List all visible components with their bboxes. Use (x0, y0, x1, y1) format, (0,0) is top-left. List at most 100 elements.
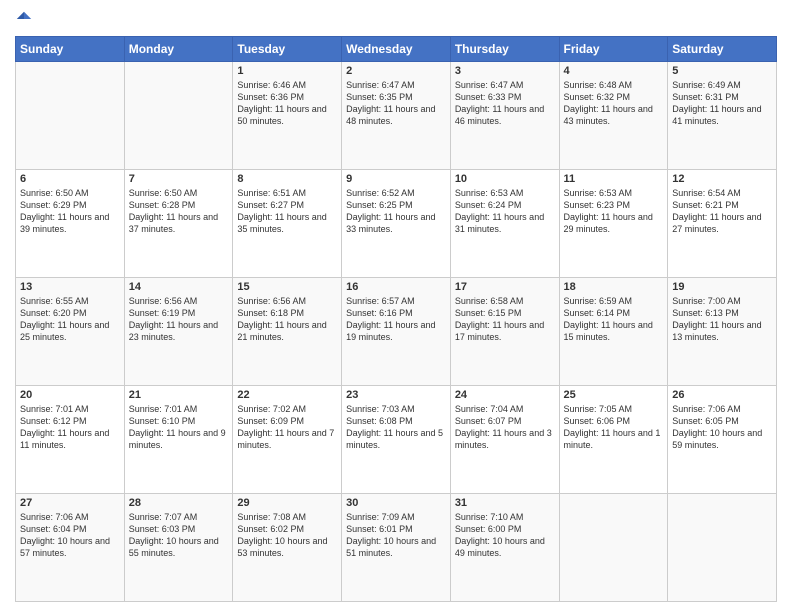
week-row-2: 6 Sunrise: 6:50 AM Sunset: 6:29 PM Daylig… (16, 170, 777, 278)
day-number: 30 (346, 497, 446, 509)
cell-content: Sunrise: 7:02 AM Sunset: 6:09 PM Dayligh… (237, 403, 337, 452)
logo-icon (15, 10, 33, 28)
cell-content: Sunrise: 6:52 AM Sunset: 6:25 PM Dayligh… (346, 187, 446, 236)
calendar-cell: 12 Sunrise: 6:54 AM Sunset: 6:21 PM Dayli… (668, 170, 777, 278)
calendar-cell: 25 Sunrise: 7:05 AM Sunset: 6:06 PM Dayli… (559, 386, 668, 494)
calendar-cell (668, 494, 777, 602)
calendar-cell: 28 Sunrise: 7:07 AM Sunset: 6:03 PM Dayli… (124, 494, 233, 602)
day-header-tuesday: Tuesday (233, 37, 342, 62)
day-number: 28 (129, 497, 229, 509)
calendar-cell: 1 Sunrise: 6:46 AM Sunset: 6:36 PM Daylig… (233, 62, 342, 170)
cell-content: Sunrise: 7:01 AM Sunset: 6:10 PM Dayligh… (129, 403, 229, 452)
cell-content: Sunrise: 6:47 AM Sunset: 6:35 PM Dayligh… (346, 79, 446, 128)
calendar-header: SundayMondayTuesdayWednesdayThursdayFrid… (16, 37, 777, 62)
day-number: 3 (455, 65, 555, 77)
calendar-cell: 24Sunrise: 7:04 AM Sunset: 6:07 PM Dayli… (450, 386, 559, 494)
day-header-saturday: Saturday (668, 37, 777, 62)
calendar-cell: 13 Sunrise: 6:55 AM Sunset: 6:20 PM Dayli… (16, 278, 125, 386)
day-number: 18 (564, 281, 664, 293)
cell-content: Sunrise: 6:56 AM Sunset: 6:19 PM Dayligh… (129, 295, 229, 344)
day-header-thursday: Thursday (450, 37, 559, 62)
cell-content: Sunrise: 7:10 AM Sunset: 6:00 PM Dayligh… (455, 511, 555, 560)
calendar-cell: 2 Sunrise: 6:47 AM Sunset: 6:35 PM Daylig… (342, 62, 451, 170)
cell-content: Sunrise: 6:59 AM Sunset: 6:14 PM Dayligh… (564, 295, 664, 344)
header-row: SundayMondayTuesdayWednesdayThursdayFrid… (16, 37, 777, 62)
calendar-cell: 27 Sunrise: 7:06 AM Sunset: 6:04 PM Dayli… (16, 494, 125, 602)
calendar-cell: 9Sunrise: 6:52 AM Sunset: 6:25 PM Daylig… (342, 170, 451, 278)
calendar-cell (16, 62, 125, 170)
day-number: 13 (20, 281, 120, 293)
week-row-5: 27 Sunrise: 7:06 AM Sunset: 6:04 PM Dayli… (16, 494, 777, 602)
cell-content: Sunrise: 7:00 AM Sunset: 6:13 PM Dayligh… (672, 295, 772, 344)
calendar-table: SundayMondayTuesdayWednesdayThursdayFrid… (15, 36, 777, 602)
cell-content: Sunrise: 7:03 AM Sunset: 6:08 PM Dayligh… (346, 403, 446, 452)
calendar-cell: 22 Sunrise: 7:02 AM Sunset: 6:09 PM Dayli… (233, 386, 342, 494)
day-number: 11 (564, 173, 664, 185)
cell-content: Sunrise: 7:09 AM Sunset: 6:01 PM Dayligh… (346, 511, 446, 560)
calendar-cell: 5 Sunrise: 6:49 AM Sunset: 6:31 PM Daylig… (668, 62, 777, 170)
day-number: 1 (237, 65, 337, 77)
calendar-cell: 16Sunrise: 6:57 AM Sunset: 6:16 PM Dayli… (342, 278, 451, 386)
day-number: 22 (237, 389, 337, 401)
cell-content: Sunrise: 6:58 AM Sunset: 6:15 PM Dayligh… (455, 295, 555, 344)
cell-content: Sunrise: 7:07 AM Sunset: 6:03 PM Dayligh… (129, 511, 229, 560)
week-row-3: 13 Sunrise: 6:55 AM Sunset: 6:20 PM Dayli… (16, 278, 777, 386)
day-number: 5 (672, 65, 772, 77)
cell-content: Sunrise: 6:50 AM Sunset: 6:29 PM Dayligh… (20, 187, 120, 236)
cell-content: Sunrise: 6:57 AM Sunset: 6:16 PM Dayligh… (346, 295, 446, 344)
day-header-monday: Monday (124, 37, 233, 62)
cell-content: Sunrise: 7:01 AM Sunset: 6:12 PM Dayligh… (20, 403, 120, 452)
day-number: 29 (237, 497, 337, 509)
cell-content: Sunrise: 6:47 AM Sunset: 6:33 PM Dayligh… (455, 79, 555, 128)
day-number: 17 (455, 281, 555, 293)
calendar-cell: 3 Sunrise: 6:47 AM Sunset: 6:33 PM Daylig… (450, 62, 559, 170)
calendar-cell: 7Sunrise: 6:50 AM Sunset: 6:28 PM Daylig… (124, 170, 233, 278)
calendar-cell: 4 Sunrise: 6:48 AM Sunset: 6:32 PM Daylig… (559, 62, 668, 170)
calendar-cell: 10 Sunrise: 6:53 AM Sunset: 6:24 PM Dayli… (450, 170, 559, 278)
cell-content: Sunrise: 7:06 AM Sunset: 6:05 PM Dayligh… (672, 403, 772, 452)
cell-content: Sunrise: 6:54 AM Sunset: 6:21 PM Dayligh… (672, 187, 772, 236)
cell-content: Sunrise: 6:48 AM Sunset: 6:32 PM Dayligh… (564, 79, 664, 128)
calendar-cell: 11 Sunrise: 6:53 AM Sunset: 6:23 PM Dayli… (559, 170, 668, 278)
calendar-cell: 21Sunrise: 7:01 AM Sunset: 6:10 PM Dayli… (124, 386, 233, 494)
cell-content: Sunrise: 6:51 AM Sunset: 6:27 PM Dayligh… (237, 187, 337, 236)
logo (15, 10, 35, 28)
cell-content: Sunrise: 6:46 AM Sunset: 6:36 PM Dayligh… (237, 79, 337, 128)
cell-content: Sunrise: 6:53 AM Sunset: 6:23 PM Dayligh… (564, 187, 664, 236)
calendar-cell: 29 Sunrise: 7:08 AM Sunset: 6:02 PM Dayli… (233, 494, 342, 602)
day-number: 20 (20, 389, 120, 401)
calendar-cell: 6 Sunrise: 6:50 AM Sunset: 6:29 PM Daylig… (16, 170, 125, 278)
cell-content: Sunrise: 6:55 AM Sunset: 6:20 PM Dayligh… (20, 295, 120, 344)
day-number: 10 (455, 173, 555, 185)
cell-content: Sunrise: 7:06 AM Sunset: 6:04 PM Dayligh… (20, 511, 120, 560)
day-number: 12 (672, 173, 772, 185)
calendar-cell (124, 62, 233, 170)
day-number: 25 (564, 389, 664, 401)
week-row-4: 20 Sunrise: 7:01 AM Sunset: 6:12 PM Dayli… (16, 386, 777, 494)
day-header-friday: Friday (559, 37, 668, 62)
day-number: 27 (20, 497, 120, 509)
calendar-cell: 20 Sunrise: 7:01 AM Sunset: 6:12 PM Dayli… (16, 386, 125, 494)
cell-content: Sunrise: 6:53 AM Sunset: 6:24 PM Dayligh… (455, 187, 555, 236)
calendar-cell: 15 Sunrise: 6:56 AM Sunset: 6:18 PM Dayli… (233, 278, 342, 386)
day-number: 15 (237, 281, 337, 293)
cell-content: Sunrise: 7:08 AM Sunset: 6:02 PM Dayligh… (237, 511, 337, 560)
cell-content: Sunrise: 6:49 AM Sunset: 6:31 PM Dayligh… (672, 79, 772, 128)
day-number: 6 (20, 173, 120, 185)
cell-content: Sunrise: 7:04 AM Sunset: 6:07 PM Dayligh… (455, 403, 555, 452)
cell-content: Sunrise: 7:05 AM Sunset: 6:06 PM Dayligh… (564, 403, 664, 452)
day-number: 2 (346, 65, 446, 77)
day-number: 14 (129, 281, 229, 293)
day-number: 4 (564, 65, 664, 77)
calendar-cell: 19Sunrise: 7:00 AM Sunset: 6:13 PM Dayli… (668, 278, 777, 386)
calendar-cell: 18 Sunrise: 6:59 AM Sunset: 6:14 PM Dayli… (559, 278, 668, 386)
day-number: 26 (672, 389, 772, 401)
week-row-1: 1 Sunrise: 6:46 AM Sunset: 6:36 PM Daylig… (16, 62, 777, 170)
day-number: 31 (455, 497, 555, 509)
calendar-cell: 30 Sunrise: 7:09 AM Sunset: 6:01 PM Dayli… (342, 494, 451, 602)
cell-content: Sunrise: 6:56 AM Sunset: 6:18 PM Dayligh… (237, 295, 337, 344)
header (15, 10, 777, 28)
calendar-cell: 26 Sunrise: 7:06 AM Sunset: 6:05 PM Dayli… (668, 386, 777, 494)
calendar-cell: 17 Sunrise: 6:58 AM Sunset: 6:15 PM Dayli… (450, 278, 559, 386)
calendar-body: 1 Sunrise: 6:46 AM Sunset: 6:36 PM Daylig… (16, 62, 777, 602)
